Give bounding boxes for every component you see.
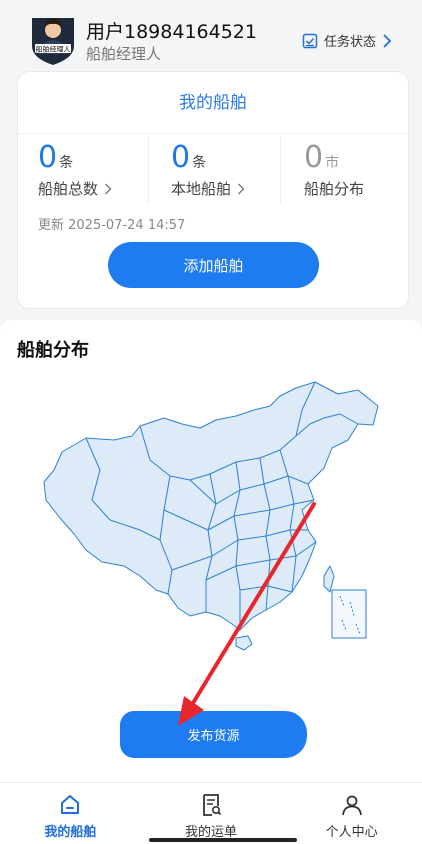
divider <box>280 136 281 204</box>
stat-local-ships[interactable]: 0条 本地船舶 <box>171 140 245 212</box>
ship-distribution-section: 船舶分布 发布货源 <box>0 320 422 782</box>
svg-text:船舶经理人: 船舶经理人 <box>36 45 71 54</box>
task-status-label: 任务状态 <box>323 35 376 50</box>
stat-unit: 条 <box>59 155 74 171</box>
stat-label: 本地船舶 <box>171 180 232 198</box>
stat-total-ships[interactable]: 0条 船舶总数 <box>38 140 112 212</box>
nav-my-ships[interactable]: 我的船舶 <box>0 783 141 844</box>
divider <box>18 133 408 134</box>
task-status-link[interactable]: 任务状态 <box>302 31 392 50</box>
username: 用户18984164521 <box>86 21 257 43</box>
my-ships-card: 我的船舶 0条 船舶总数 0条 本地船舶 0市 船舶分布 更新 2025-07-… <box>17 71 409 309</box>
user-role: 船舶经理人 <box>86 45 162 63</box>
nav-my-waybills[interactable]: 我的运单 <box>141 783 282 844</box>
update-timestamp: 更新 2025-07-24 14:57 <box>38 218 186 233</box>
stat-ship-distribution: 0市 船舶分布 <box>304 140 364 212</box>
person-icon <box>341 795 362 816</box>
nav-label: 我的船舶 <box>44 825 97 840</box>
task-checklist-icon <box>302 33 318 48</box>
nav-profile[interactable]: 个人中心 <box>281 783 422 844</box>
stat-value: 0 <box>171 140 191 175</box>
chevron-right-icon <box>238 183 245 194</box>
publish-cargo-button[interactable]: 发布货源 <box>120 711 307 758</box>
home-indicator <box>149 838 297 842</box>
stat-label: 船舶总数 <box>38 180 99 198</box>
stat-unit: 条 <box>192 155 207 171</box>
profile-header: 船舶经理人 用户18984164521 船舶经理人 任务状态 <box>0 0 422 70</box>
waybill-icon <box>203 794 222 816</box>
china-map <box>43 381 379 651</box>
stat-label: 船舶分布 <box>304 180 365 198</box>
bottom-nav: 我的船舶 我的运单 个人中心 <box>0 782 422 844</box>
section-title: 船舶分布 <box>17 340 89 361</box>
chevron-right-icon <box>105 183 112 194</box>
home-icon <box>61 795 80 814</box>
stat-value: 0 <box>38 140 58 175</box>
stat-value: 0 <box>304 140 324 175</box>
add-ship-button[interactable]: 添加船舶 <box>108 242 319 288</box>
card-title: 我的船舶 <box>179 93 247 113</box>
divider <box>148 136 149 204</box>
avatar[interactable]: 船舶经理人 <box>30 14 76 66</box>
nav-label: 个人中心 <box>325 825 378 840</box>
stat-unit: 市 <box>325 155 340 171</box>
chevron-right-icon <box>383 33 392 48</box>
